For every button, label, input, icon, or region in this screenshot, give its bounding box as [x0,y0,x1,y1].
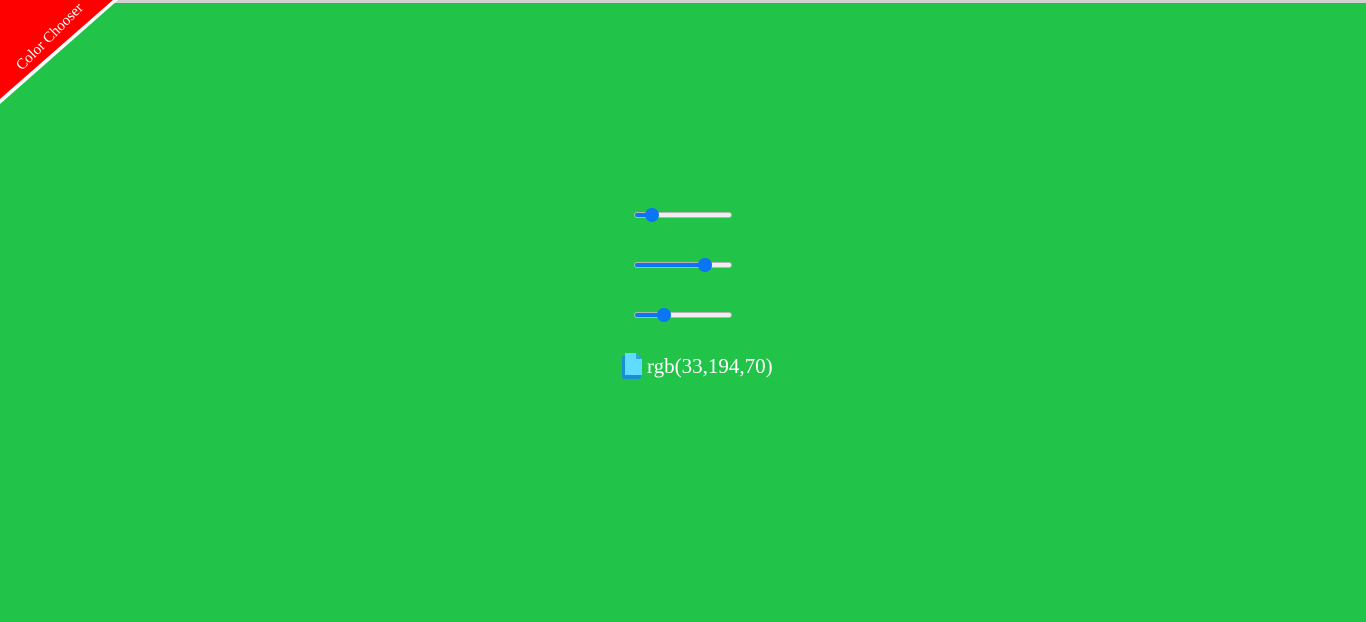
blue-slider-thumb[interactable] [657,308,672,322]
rgb-value-text: rgb(33,194,70) [647,354,773,378]
blue-slider-track[interactable] [634,312,732,318]
green-slider-thumb[interactable] [697,258,712,272]
red-slider[interactable] [634,207,732,223]
green-slider[interactable] [634,257,732,273]
red-slider-thumb[interactable] [644,208,659,222]
color-readout: rgb(33,194,70) [622,352,773,380]
corner-ribbon[interactable]: Color Chooser [0,0,120,104]
blue-slider[interactable] [634,307,732,323]
copy-icon[interactable] [622,353,644,379]
top-border [0,0,1366,3]
green-slider-fill [635,263,706,267]
green-slider-track[interactable] [634,262,732,268]
